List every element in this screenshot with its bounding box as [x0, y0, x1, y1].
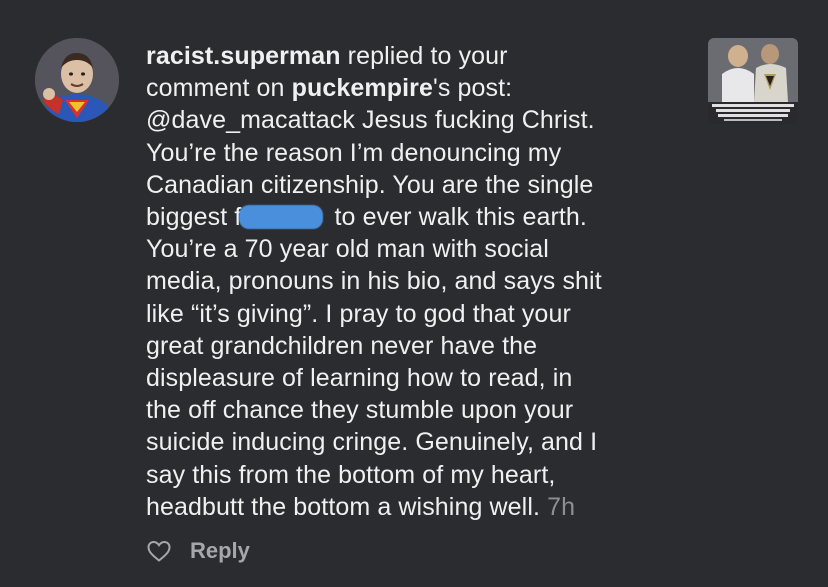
username-link[interactable]: racist.superman — [146, 42, 341, 70]
notification-header-line-2: comment on puckempire's post: — [146, 72, 706, 104]
comment-fragment: headbutt the bottom a wishing well. — [146, 492, 548, 521]
comment-line: like “it’s giving”. I pray to god that y… — [146, 299, 571, 328]
comment-line-redacted: biggest f to ever walk this earth. — [146, 201, 706, 233]
comment-line: You’re the reason I’m denouncing my — [146, 138, 562, 167]
redaction-mark — [239, 205, 324, 230]
reply-notification[interactable]: racist.superman replied to your comment … — [0, 0, 828, 587]
notification-text: racist.superman replied to your comment … — [146, 40, 706, 523]
comment-on-text: comment on — [146, 74, 292, 103]
user-avatar[interactable] — [35, 38, 119, 122]
comment-line-last: headbutt the bottom a wishing well. 7h — [146, 491, 706, 523]
notification-header-line-1: racist.superman replied to your — [146, 40, 706, 72]
comment-line: displeasure of learning how to read, in — [146, 364, 573, 393]
comment-line: media, pronouns in his bio, and says shi… — [146, 267, 602, 296]
hockey-player-thumbnail-image — [708, 38, 798, 124]
post-owner-link[interactable]: puckempire — [292, 74, 433, 102]
action-text: replied to your — [340, 42, 508, 70]
timestamp: 7h — [547, 492, 576, 521]
comment-line: Canadian citizenship. You are the single — [146, 170, 594, 199]
post-suffix-text: 's post: — [432, 74, 513, 103]
comment-line: suicide inducing cringe. Genuinely, and … — [146, 428, 598, 457]
comment-fragment: to ever walk this earth. — [327, 203, 587, 232]
heart-outline-icon[interactable] — [146, 539, 172, 563]
comment-line: @dave_macattack Jesus fucking Christ. — [146, 106, 595, 135]
comment-line: You’re a 70 year old man with social — [146, 235, 549, 264]
comment-line: say this from the bottom of my heart, — [146, 460, 556, 489]
comment-line: the off chance they stumble upon your — [146, 396, 574, 425]
reply-button[interactable]: Reply — [190, 538, 250, 564]
comment-fragment: biggest f — [146, 203, 242, 232]
post-thumbnail[interactable] — [708, 38, 798, 124]
comment-line: great grandchildren never have the — [146, 331, 538, 360]
notification-actions: Reply — [146, 538, 250, 564]
superman-avatar-image — [35, 38, 119, 122]
